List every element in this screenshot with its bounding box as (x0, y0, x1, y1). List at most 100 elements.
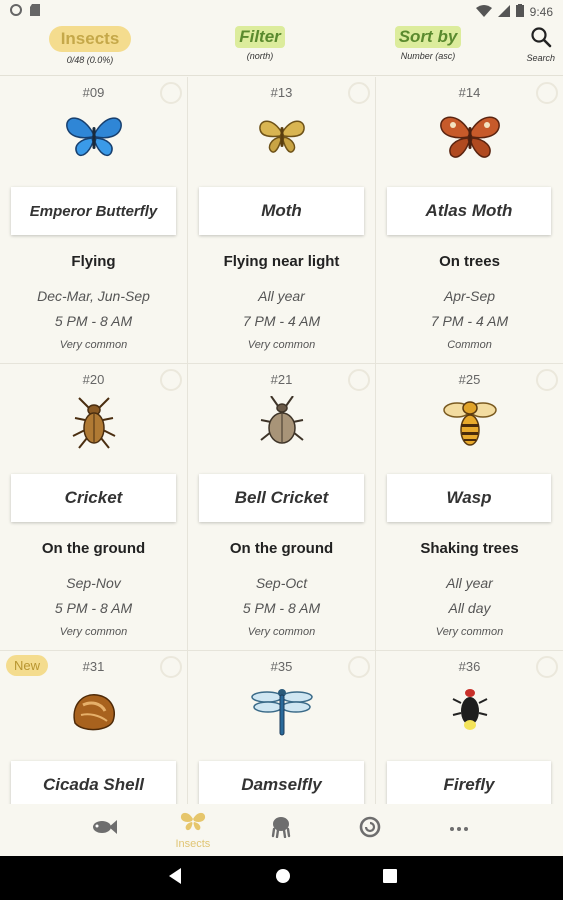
caught-toggle[interactable] (536, 656, 558, 678)
octopus-icon[interactable] (270, 816, 292, 843)
critter-time: 7 PM - 4 AM (242, 313, 321, 329)
critter-rarity: Very common (59, 339, 128, 351)
critter-name: Damselfly (199, 761, 364, 804)
critter-name: Cicada Shell (11, 761, 176, 804)
critter-time: All day (448, 600, 491, 616)
wifi-icon (475, 4, 492, 20)
sort-label[interactable]: Sort by (394, 26, 462, 48)
caught-toggle[interactable] (160, 656, 182, 678)
critter-card[interactable]: #20 Cricket On the ground Sep-Nov 5 PM -… (0, 364, 188, 651)
bell-cricket-icon (249, 395, 315, 450)
cicada-shell-icon (61, 683, 127, 737)
critter-card[interactable]: New #31 Cicada Shell (0, 651, 188, 804)
back-icon[interactable] (167, 867, 183, 890)
sd-card-icon (30, 3, 40, 21)
critter-rarity: Very common (247, 626, 316, 638)
category-pill[interactable]: Insects (48, 26, 132, 52)
notification-icon (10, 3, 22, 21)
nav-more[interactable] (429, 820, 489, 840)
damselfly-icon (249, 683, 315, 737)
filter-button[interactable]: Filter (north) (220, 26, 300, 61)
filter-label[interactable]: Filter (235, 26, 285, 48)
search-icon[interactable] (530, 27, 552, 52)
top-bar: Insects 0/48 (0.0%) Filter (north) Sort … (0, 24, 563, 76)
nav-fish[interactable] (74, 818, 134, 843)
critter-name: Atlas Moth (387, 187, 551, 235)
critter-number: #13 (270, 85, 293, 100)
nav-sea-creatures[interactable] (251, 816, 311, 845)
critter-card[interactable]: #36 Firefly (376, 651, 563, 804)
critter-location: On trees (439, 253, 500, 270)
category-selector[interactable]: Insects 0/48 (0.0%) (48, 26, 132, 65)
filter-value: (north) (246, 51, 274, 61)
critter-months: Sep-Oct (255, 575, 308, 591)
critter-number: #35 (270, 659, 293, 674)
battery-icon (515, 4, 524, 20)
atlas-moth-icon (437, 109, 503, 163)
firefly-icon (437, 683, 503, 737)
caught-toggle[interactable] (348, 369, 370, 391)
search-label: Search (526, 53, 555, 63)
more-icon[interactable] (448, 820, 470, 838)
critter-grid: #09 Emperor Butterfly Flying Dec-Mar, Ju… (0, 77, 563, 804)
bottom-navigation: Insects (0, 804, 563, 856)
critter-name: Moth (199, 187, 364, 235)
caught-toggle[interactable] (536, 82, 558, 104)
critter-number: #31 (82, 659, 105, 674)
sort-value: Number (asc) (400, 51, 456, 61)
caught-toggle[interactable] (160, 369, 182, 391)
nav-insects[interactable]: Insects (163, 811, 223, 850)
cricket-icon (61, 396, 127, 450)
critter-name: Cricket (11, 474, 176, 522)
critter-time: 5 PM - 8 AM (54, 313, 133, 329)
critter-card[interactable]: #09 Emperor Butterfly Flying Dec-Mar, Ju… (0, 77, 188, 364)
critter-number: #36 (458, 659, 481, 674)
critter-months: Sep-Nov (66, 575, 121, 591)
critter-card[interactable]: #35 Damselfly (188, 651, 376, 804)
critter-number: #25 (458, 372, 481, 387)
signal-icon (497, 4, 510, 20)
nav-fossils[interactable] (340, 816, 400, 845)
critter-rarity: Common (447, 339, 492, 351)
clock-time: 9:46 (529, 5, 553, 19)
home-icon[interactable] (275, 868, 291, 889)
critter-location: Shaking trees (420, 540, 519, 557)
critter-name: Bell Cricket (199, 474, 364, 522)
critter-location: On the ground (229, 540, 334, 557)
critter-rarity: Very common (435, 626, 504, 638)
critter-time: 7 PM - 4 AM (430, 313, 509, 329)
fish-icon[interactable] (91, 818, 118, 841)
system-navigation-bar (0, 856, 563, 900)
critter-card[interactable]: #14 Atlas Moth On trees Apr-Sep 7 PM - 4… (376, 77, 563, 364)
recents-icon[interactable] (382, 868, 397, 888)
critter-name: Emperor Butterfly (11, 187, 176, 235)
critter-rarity: Very common (59, 626, 128, 638)
critter-card[interactable]: #21 Bell Cricket On the ground Sep-Oct 5… (188, 364, 376, 651)
critter-rarity: Very common (247, 339, 316, 351)
butterfly-icon[interactable] (180, 811, 206, 836)
search-button[interactable]: Search (526, 26, 555, 63)
critter-time: 5 PM - 8 AM (54, 600, 133, 616)
critter-months: Apr-Sep (443, 288, 496, 304)
sort-button[interactable]: Sort by Number (asc) (388, 26, 468, 61)
critter-location: Flying near light (223, 253, 340, 270)
critter-card[interactable]: #25 Wasp Shaking trees All year All day … (376, 364, 563, 651)
critter-time: 5 PM - 8 AM (242, 600, 321, 616)
fossil-icon[interactable] (359, 816, 381, 843)
caught-toggle[interactable] (160, 82, 182, 104)
critter-number: #09 (82, 85, 105, 100)
wasp-icon (437, 396, 503, 450)
caught-toggle[interactable] (348, 82, 370, 104)
status-bar: 9:46 (0, 0, 563, 24)
caught-toggle[interactable] (536, 369, 558, 391)
critter-number: #14 (458, 85, 481, 100)
moth-icon (249, 109, 315, 163)
caught-toggle[interactable] (348, 656, 370, 678)
emperor-butterfly-icon (61, 109, 127, 163)
critter-location: On the ground (41, 540, 146, 557)
critter-card[interactable]: #13 Moth Flying near light All year 7 PM… (188, 77, 376, 364)
critter-location: Flying (71, 253, 116, 270)
critter-months: All year (446, 575, 493, 591)
collection-progress: 0/48 (0.0%) (66, 55, 114, 65)
critter-months: All year (258, 288, 305, 304)
